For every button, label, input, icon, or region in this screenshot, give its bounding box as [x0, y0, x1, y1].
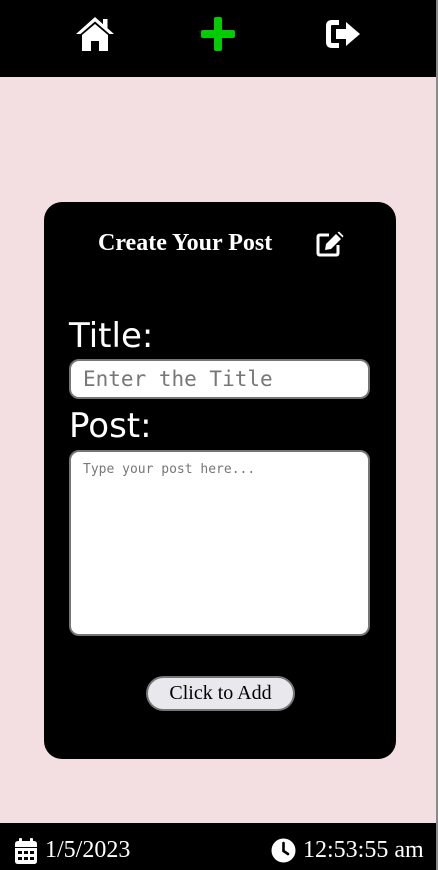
title-input[interactable]: [69, 359, 370, 399]
create-post-card: Create Your Post Title: Post: Click to A…: [44, 202, 396, 759]
edit-icon: [316, 231, 344, 257]
card-heading: Create Your Post: [98, 230, 273, 256]
top-nav-bar: [0, 0, 436, 77]
home-icon[interactable]: [75, 14, 115, 54]
footer-date: 1/5/2023: [45, 837, 131, 863]
clock-icon: [271, 838, 296, 863]
sign-out-icon[interactable]: [323, 14, 363, 54]
add-post-button[interactable]: Click to Add: [146, 676, 295, 711]
title-label: Title:: [69, 316, 154, 356]
footer-bar: 1/5/2023 12:53:55 am: [0, 823, 436, 870]
post-label: Post:: [69, 406, 152, 446]
post-textarea[interactable]: [69, 450, 370, 636]
footer-time: 12:53:55 am: [303, 837, 424, 863]
plus-icon[interactable]: [198, 14, 238, 54]
calendar-icon: [14, 838, 38, 864]
